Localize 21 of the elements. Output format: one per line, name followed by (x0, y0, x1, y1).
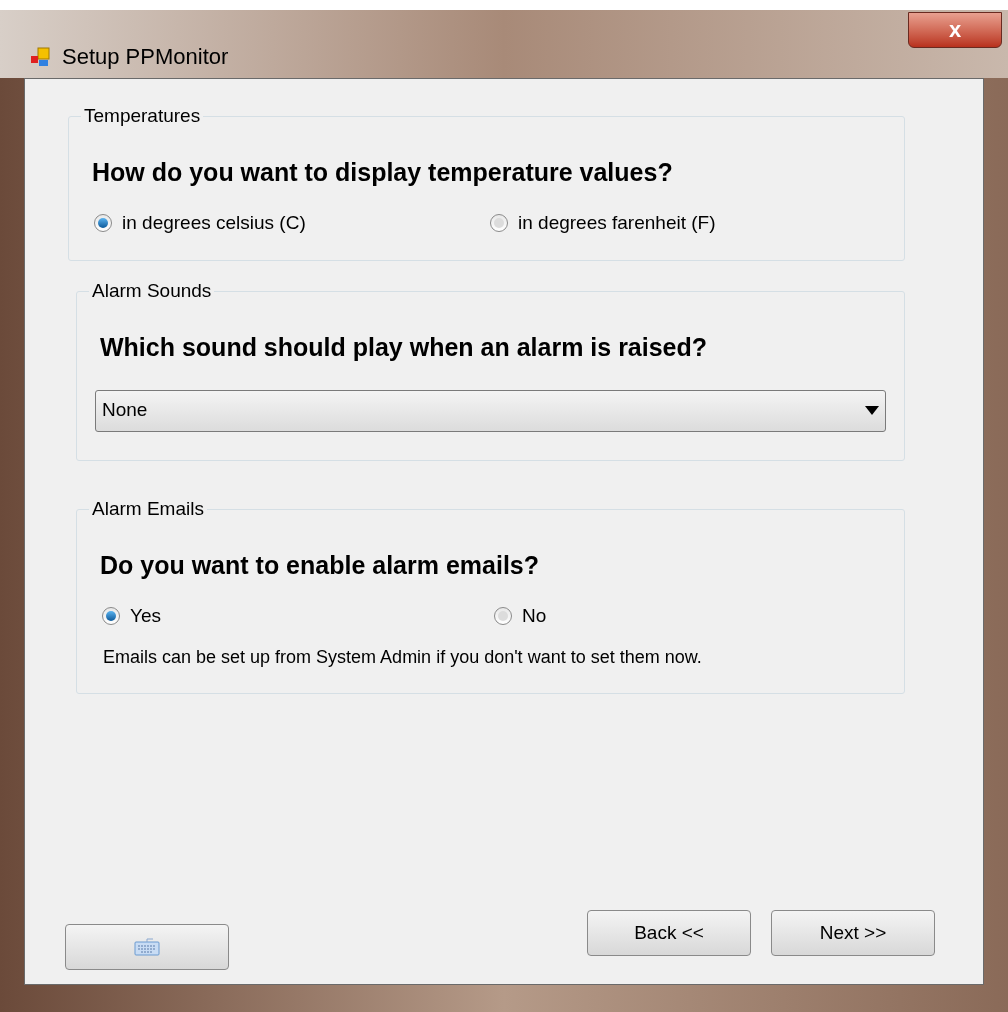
radio-label: in degrees celsius (C) (122, 211, 306, 235)
keyboard-icon (134, 938, 160, 956)
close-button[interactable]: x (908, 12, 1002, 48)
question: Do you want to enable alarm emails? (100, 549, 540, 580)
keyboard-button[interactable] (65, 924, 229, 970)
nav-button[interactable]: Back << (587, 910, 751, 956)
radio-button[interactable] (94, 214, 112, 233)
radio-label: in degrees farenheit (F) (518, 211, 716, 235)
question: How do you want to display temperature values? (92, 157, 674, 187)
radio-button[interactable] (102, 606, 120, 625)
app-icon (30, 46, 50, 67)
radio-label: No (522, 603, 547, 628)
radio-button[interactable] (494, 606, 512, 625)
note-text: Emails can be set up from System Admin if you don't want to set them now. (103, 646, 703, 669)
radio-button[interactable] (490, 214, 508, 233)
sound-dropdown[interactable]: None (95, 389, 886, 432)
nav-button[interactable]: Next >> (771, 910, 935, 956)
dropdown-arrow-icon (865, 406, 879, 415)
question: Which sound should play when an alarm is raised? (100, 331, 709, 362)
window-title: Setup PPMonitor (62, 43, 229, 71)
radio-label: Yes (130, 603, 161, 628)
